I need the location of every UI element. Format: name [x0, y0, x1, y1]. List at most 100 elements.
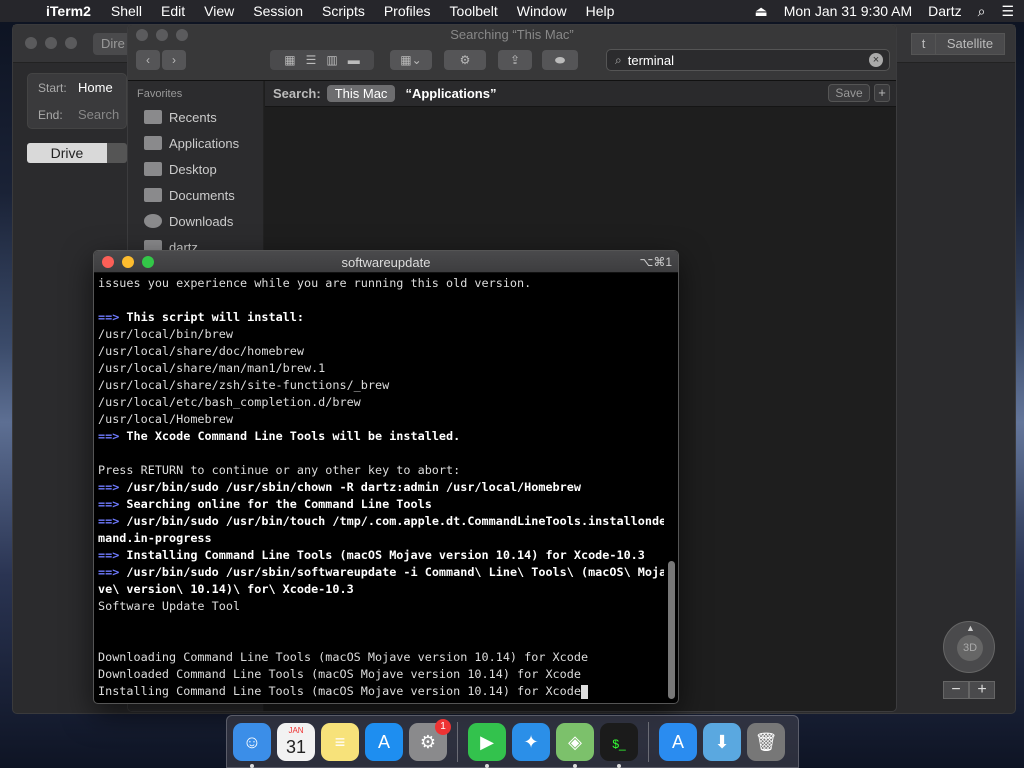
- list-view-icon[interactable]: ☰: [306, 53, 317, 67]
- notification-center-icon[interactable]: ☰: [1001, 3, 1014, 20]
- prompt-arrow: ==>: [98, 497, 127, 511]
- share-button[interactable]: ⇪: [498, 50, 532, 70]
- terminal-line-text: /usr/bin/sudo /usr/sbin/chown -R dartz:a…: [126, 480, 581, 494]
- scope-applications-button[interactable]: “Applications”: [405, 86, 496, 101]
- route-end-row[interactable]: End: Search: [28, 101, 126, 128]
- terminal-line: Downloaded Command Line Tools (macOS Moj…: [98, 666, 664, 683]
- system-preferences-icon[interactable]: ⚙ 1: [409, 718, 451, 761]
- sidebar-item-label: Recents: [169, 109, 217, 125]
- download-icon: [144, 214, 162, 228]
- app-menu[interactable]: iTerm2: [46, 3, 91, 19]
- chevron-down-icon: ⌄: [411, 53, 422, 67]
- dock-separator: [648, 721, 649, 762]
- sidebar-header-favorites: Favorites: [137, 88, 183, 100]
- terminal-line: ==> /usr/bin/sudo /usr/sbin/softwareupda…: [98, 564, 664, 581]
- menubar-clock[interactable]: Mon Jan 31 9:30 AM: [784, 3, 912, 19]
- sidebar-item-applications[interactable]: Applications: [128, 130, 263, 156]
- back-button[interactable]: ‹: [136, 50, 160, 70]
- sidebar-item-downloads[interactable]: Downloads: [128, 208, 263, 234]
- finder-icon[interactable]: ☺: [233, 722, 271, 768]
- route-start-row[interactable]: Start: Home: [28, 74, 126, 101]
- dock-icon-glyph: ◈: [568, 731, 582, 752]
- compass-control[interactable]: ▲ 3D: [943, 621, 995, 673]
- sidebar-item-desktop[interactable]: Desktop: [128, 156, 263, 182]
- eject-icon[interactable]: ⏏: [754, 3, 767, 20]
- scope-this-mac-button[interactable]: This Mac: [326, 85, 396, 102]
- clear-search-icon[interactable]: ×: [869, 53, 883, 67]
- sidebar-item-label: Applications: [169, 135, 240, 151]
- sidebar-item-documents[interactable]: Documents: [128, 182, 263, 208]
- maps-minimize-button[interactable]: [45, 37, 57, 49]
- menu-profiles[interactable]: Profiles: [384, 3, 431, 19]
- calendar-day: 31: [285, 736, 307, 757]
- start-value[interactable]: Home: [78, 80, 113, 95]
- column-view-icon[interactable]: ▥: [326, 53, 337, 67]
- icon-view-icon[interactable]: ▦: [284, 53, 295, 67]
- terminal-line: Software Update Tool: [98, 598, 664, 615]
- prompt-arrow: ==>: [98, 310, 127, 324]
- prompt-arrow: ==>: [98, 429, 127, 443]
- transport-mode-segment: Drive: [27, 143, 127, 163]
- terminal-window[interactable]: softwareupdate ⌥⌘1 issues you experience…: [93, 250, 679, 704]
- running-indicator: [250, 763, 254, 768]
- iterm-icon[interactable]: $_: [600, 722, 638, 768]
- sidebar-item-recents[interactable]: Recents: [128, 104, 263, 130]
- save-search-button[interactable]: Save: [828, 84, 870, 102]
- maps-icon[interactable]: ◈: [556, 722, 594, 768]
- notes-icon[interactable]: ≡: [321, 722, 359, 761]
- gallery-view-icon[interactable]: ▬: [348, 53, 360, 67]
- share-icon: ⇪: [509, 53, 521, 67]
- forward-button[interactable]: ›: [162, 50, 186, 70]
- terminal-line-text: Software Update Tool: [98, 599, 241, 613]
- other-mode-button[interactable]: [107, 143, 127, 163]
- view-mode-segment[interactable]: ▦ ☰ ▥ ▬: [270, 50, 374, 70]
- app-store-folder-icon[interactable]: A: [659, 722, 697, 761]
- safari-icon[interactable]: ✦: [512, 722, 550, 761]
- zoom-out-button[interactable]: −: [943, 681, 969, 699]
- sidebar-item-label: Desktop: [169, 161, 217, 177]
- menu-view[interactable]: View: [204, 3, 234, 19]
- map-type-satellite[interactable]: Satellite: [935, 33, 1005, 55]
- menu-toolbelt[interactable]: Toolbelt: [450, 3, 498, 19]
- drive-mode-button[interactable]: Drive: [27, 143, 107, 163]
- app-store-icon[interactable]: A: [365, 722, 403, 761]
- calendar-icon[interactable]: JAN 31: [277, 722, 315, 761]
- spotlight-search-icon[interactable]: ⌕: [978, 3, 986, 20]
- tag-icon: ⬬: [554, 53, 566, 67]
- maps-zoom-button[interactable]: [65, 37, 77, 49]
- terminal-output[interactable]: issues you experience while you are runn…: [98, 275, 664, 703]
- terminal-scrollbar[interactable]: [668, 561, 675, 699]
- compass-north-icon: ▲: [966, 623, 975, 633]
- facetime-icon[interactable]: ▶: [468, 722, 506, 768]
- zoom-in-button[interactable]: +: [969, 681, 995, 699]
- terminal-title: softwareupdate: [341, 255, 431, 270]
- map-type-transit[interactable]: t: [911, 33, 935, 55]
- 3d-button[interactable]: 3D: [957, 635, 983, 661]
- terminal-line: ==> Installing Command Line Tools (macOS…: [98, 547, 664, 564]
- trash-icon[interactable]: 🗑: [747, 722, 785, 761]
- terminal-shortcut: ⌥⌘1: [639, 255, 672, 269]
- menu-session[interactable]: Session: [253, 3, 303, 19]
- tags-button[interactable]: ⬬: [542, 50, 578, 70]
- menu-window[interactable]: Window: [517, 3, 567, 19]
- menu-shell[interactable]: Shell: [111, 3, 142, 19]
- finder-search-input[interactable]: ⌕ terminal ×: [606, 49, 890, 71]
- menu-help[interactable]: Help: [586, 3, 615, 19]
- terminal-line: ==> /usr/bin/sudo /usr/sbin/chown -R dar…: [98, 479, 664, 496]
- menu-scripts[interactable]: Scripts: [322, 3, 365, 19]
- terminal-line-text: ve\ version\ 10.14)\ for\ Xcode-10.3: [98, 582, 354, 596]
- terminal-line-text: Searching online for the Command Line To…: [126, 497, 432, 511]
- terminal-line: ==> The Xcode Command Line Tools will be…: [98, 428, 664, 445]
- downloads-folder-icon[interactable]: ⬇: [703, 722, 741, 761]
- terminal-line: /usr/local/share/zsh/site-functions/_bre…: [98, 377, 664, 394]
- maps-close-button[interactable]: [25, 37, 37, 49]
- menu-edit[interactable]: Edit: [161, 3, 185, 19]
- menubar-user[interactable]: Dartz: [928, 3, 961, 19]
- group-by-button[interactable]: ▦⌄: [390, 50, 432, 70]
- add-criteria-button[interactable]: +: [874, 84, 890, 102]
- action-button[interactable]: ⚙: [444, 50, 486, 70]
- terminal-titlebar[interactable]: softwareupdate ⌥⌘1: [94, 251, 678, 273]
- prompt-arrow: ==>: [98, 514, 127, 528]
- end-search-input[interactable]: Search: [78, 107, 119, 122]
